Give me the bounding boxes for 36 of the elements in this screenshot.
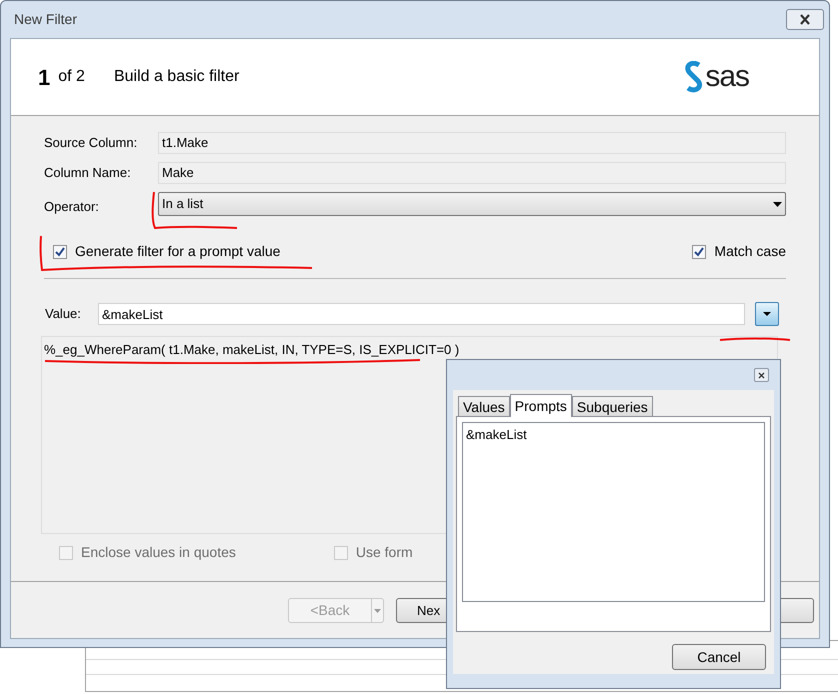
- window-title: New Filter: [14, 10, 78, 29]
- operator-dropdown[interactable]: In a list: [158, 192, 786, 216]
- close-button[interactable]: [754, 368, 769, 382]
- prompt-list[interactable]: &makeList: [462, 422, 765, 602]
- close-icon: [799, 14, 811, 25]
- field-label: Value:: [45, 305, 82, 324]
- checkbox[interactable]: [53, 244, 67, 258]
- checkbox-label: Match case: [714, 242, 786, 261]
- caret-icon: [374, 608, 381, 612]
- field-label: Operator:: [44, 198, 100, 216]
- tab[interactable]: Values: [458, 396, 510, 416]
- checkbox-label: Use form: [356, 543, 413, 562]
- checkbox-label: Enclose values in quotes: [81, 543, 236, 562]
- expression-text: %_eg_WhereParam( t1.Make, makeList, IN, TYPE=S, IS_EXPLICIT=0 ): [44, 342, 460, 357]
- value-field[interactable]: &makeList: [98, 303, 745, 325]
- list-item[interactable]: &makeList: [466, 425, 761, 444]
- checkmark-icon: [694, 246, 704, 256]
- close-icon: [758, 372, 765, 378]
- field-label: Column Name:: [44, 164, 132, 182]
- field-label: Source Column:: [44, 134, 138, 152]
- dropdown-button[interactable]: [755, 302, 779, 326]
- close-button[interactable]: [786, 9, 824, 30]
- dropdown-arrow-icon: [763, 312, 771, 316]
- wizard-title: Build a basic filter: [114, 67, 240, 87]
- dropdown-arrow-icon: [773, 202, 782, 206]
- step-count: of 2: [58, 67, 85, 87]
- cancel-button[interactable]: Cancel: [672, 644, 766, 670]
- step-number: 1: [38, 64, 50, 92]
- checkbox-label: Generate filter for a prompt value: [75, 242, 280, 261]
- checkbox[interactable]: [692, 244, 706, 258]
- tab[interactable]: Subqueries: [572, 396, 653, 416]
- readonly-field[interactable]: t1.Make: [158, 132, 786, 154]
- tab[interactable]: Prompts: [510, 394, 572, 417]
- readonly-field[interactable]: Make: [158, 162, 786, 184]
- checkmark-icon: [55, 246, 65, 256]
- logo-text: sas: [705, 62, 749, 92]
